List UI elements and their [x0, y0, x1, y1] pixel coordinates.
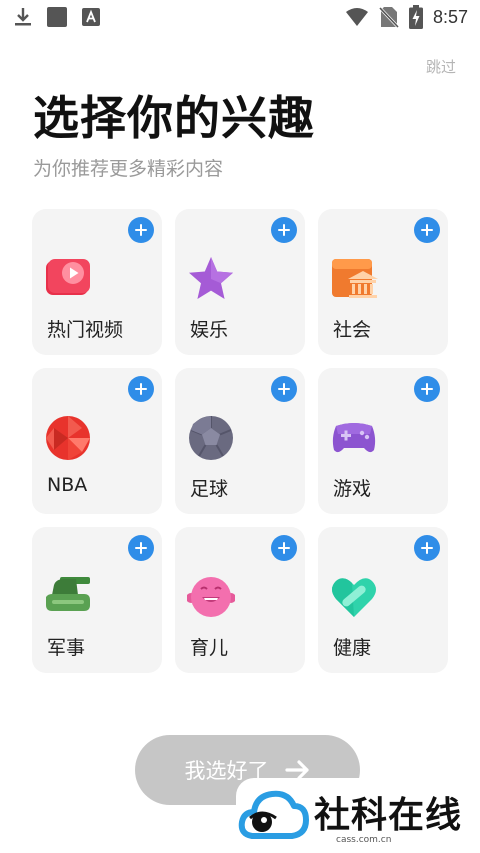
download-icon [15, 8, 31, 26]
interest-card-parenting[interactable]: 育儿 [175, 527, 305, 673]
add-icon[interactable] [271, 217, 297, 243]
page-subtitle: 为你推荐更多精彩内容 [33, 158, 224, 180]
add-icon[interactable] [414, 217, 440, 243]
wifi-icon [345, 8, 368, 26]
add-icon[interactable] [128, 535, 154, 561]
battery-charging-icon [408, 5, 423, 29]
watermark: 社科在线 cass.com.cn [236, 778, 480, 853]
hot-video-icon [46, 259, 90, 295]
interest-card-games[interactable]: 游戏 [318, 368, 448, 514]
interest-label: NBA [47, 474, 88, 496]
add-icon[interactable] [128, 217, 154, 243]
no-sim-icon [378, 6, 399, 28]
tank-icon [46, 577, 90, 611]
interest-card-health[interactable]: 健康 [318, 527, 448, 673]
cloud-eye-logo [238, 790, 309, 839]
status-bar: 8:57 [0, 0, 480, 34]
interest-card-entertainment[interactable]: 娱乐 [175, 209, 305, 355]
star-icon [189, 257, 233, 299]
watermark-title: 社科在线 [314, 794, 463, 836]
watermark-subtitle: cass.com.cn [336, 835, 392, 845]
interest-card-nba[interactable]: NBA [32, 368, 162, 514]
interest-card-military[interactable]: 军事 [32, 527, 162, 673]
font-app-icon [82, 8, 100, 26]
interest-label: 游戏 [333, 478, 372, 500]
soccer-ball-icon [189, 416, 233, 460]
add-icon[interactable] [414, 376, 440, 402]
baby-face-icon [187, 577, 235, 617]
gamepad-icon [332, 423, 376, 453]
page-title: 选择你的兴趣 [33, 91, 315, 145]
interest-card-hot-video[interactable]: 热门视频 [32, 209, 162, 355]
add-icon[interactable] [414, 535, 440, 561]
heart-icon [332, 578, 376, 617]
interest-grid: 热门视频 娱乐 社会 NBA 足球 游戏 军事 育儿 健康 [32, 209, 448, 673]
interest-label: 育儿 [190, 637, 229, 659]
interest-label: 社会 [333, 319, 372, 341]
add-icon[interactable] [271, 535, 297, 561]
skip-button[interactable]: 跳过 [426, 56, 456, 77]
clock-time: 8:57 [432, 6, 468, 27]
square-app-icon [47, 7, 67, 27]
basketball-icon [46, 416, 90, 460]
interest-label: 足球 [190, 478, 229, 500]
interest-card-football[interactable]: 足球 [175, 368, 305, 514]
bank-icon [332, 259, 378, 298]
add-icon[interactable] [271, 376, 297, 402]
interest-label: 健康 [333, 637, 372, 659]
interest-label: 军事 [47, 637, 86, 659]
interest-card-society[interactable]: 社会 [318, 209, 448, 355]
interest-label: 娱乐 [190, 319, 229, 341]
add-icon[interactable] [128, 376, 154, 402]
interest-label: 热门视频 [47, 319, 124, 341]
